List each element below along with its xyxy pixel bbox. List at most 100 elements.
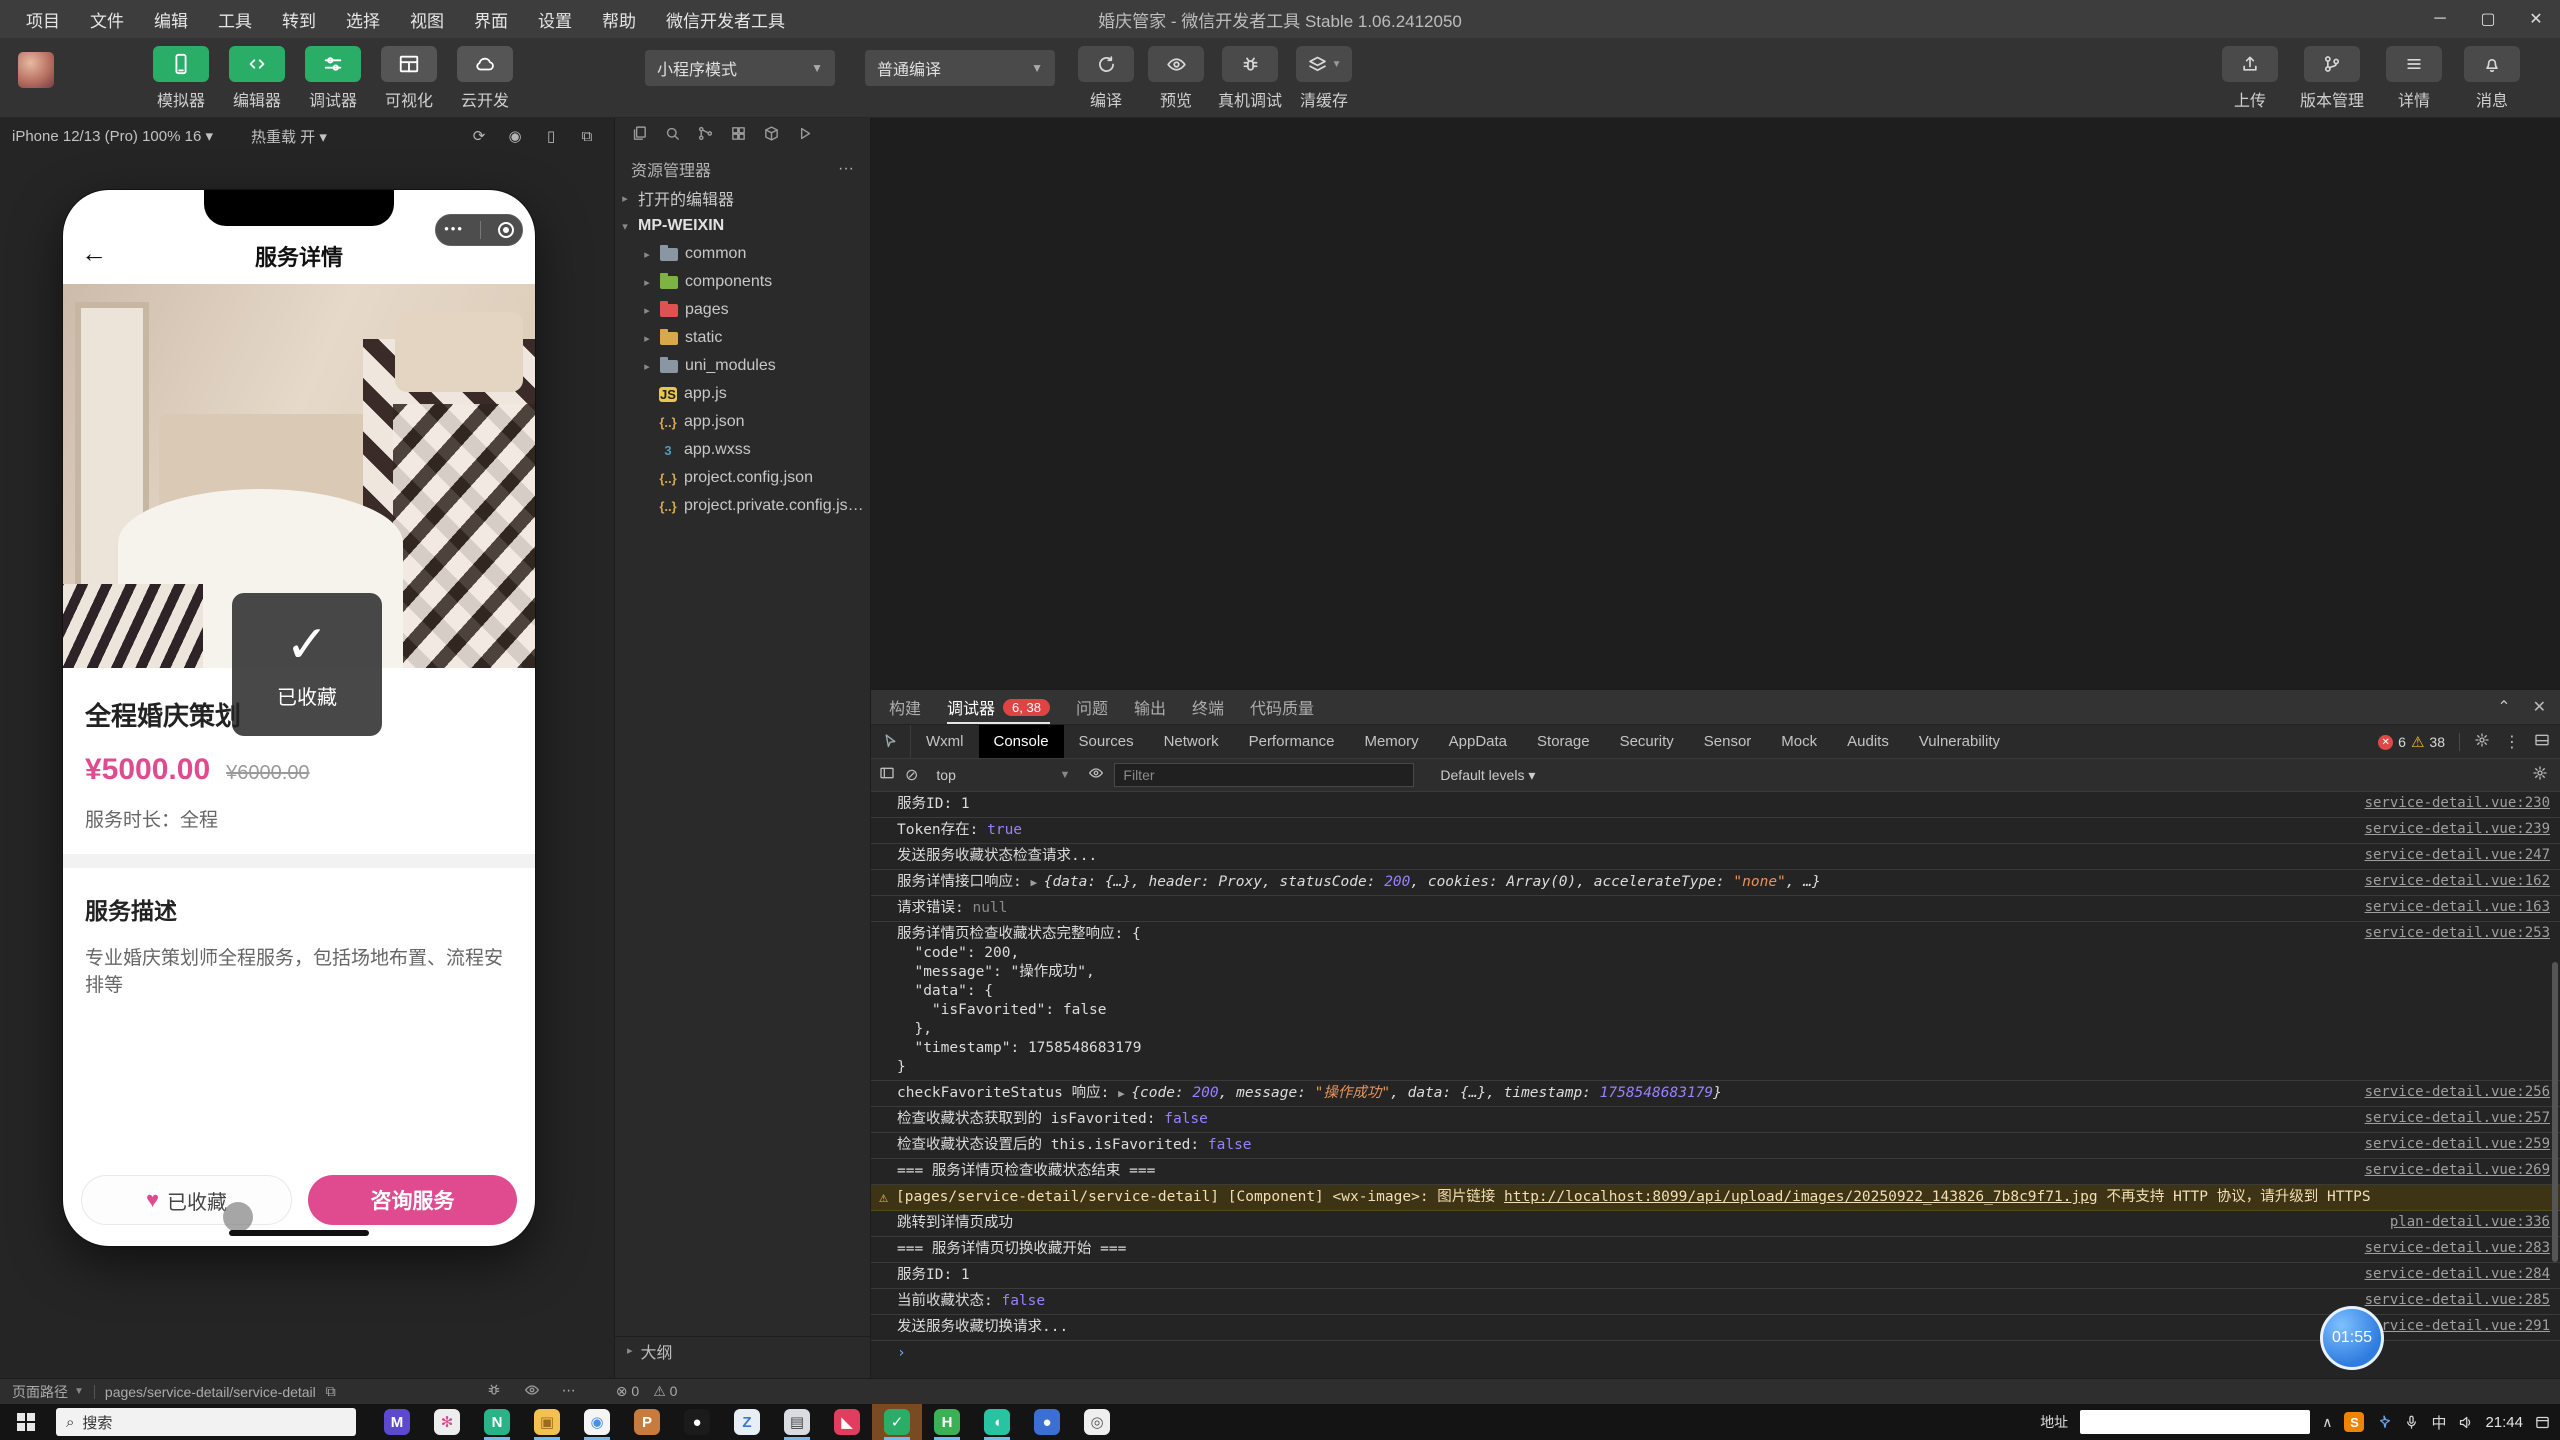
pin-icon[interactable]	[2376, 1414, 2392, 1430]
bug-icon[interactable]	[486, 1382, 502, 1401]
mic-icon[interactable]	[2404, 1415, 2419, 1430]
problem-counts[interactable]: ⊗ 0 ⚠ 0	[616, 1383, 678, 1400]
address-input[interactable]	[2080, 1410, 2311, 1434]
devtools-tab-Network[interactable]: Network	[1149, 725, 1234, 758]
source-link[interactable]: service-detail.vue:259	[2365, 1136, 2550, 1152]
tree-item-common[interactable]: ▸ common	[615, 240, 870, 268]
taskbar-app-app-flower[interactable]: ✻	[422, 1404, 472, 1440]
tree-item-app.json[interactable]: {..} app.json	[615, 408, 870, 436]
menu-设置[interactable]: 设置	[526, 3, 584, 36]
source-link[interactable]: service-detail.vue:253	[2365, 925, 2550, 941]
more-icon[interactable]: •••	[444, 221, 464, 236]
package-icon[interactable]	[763, 125, 780, 147]
context-select[interactable]: top ▼	[928, 763, 1078, 787]
menu-文件[interactable]: 文件	[78, 3, 136, 36]
capsule-menu[interactable]: •••	[435, 214, 523, 246]
favorite-button[interactable]: ♥ 已收藏	[81, 1175, 292, 1232]
eye-icon[interactable]	[524, 1382, 540, 1401]
panel-tab-调试器[interactable]: 调试器 6, 38	[947, 690, 1050, 724]
console-scrollbar[interactable]	[2552, 962, 2558, 1262]
menu-编辑[interactable]: 编辑	[142, 3, 200, 36]
git-branch-icon[interactable]	[697, 125, 714, 147]
action-btn-版本管理[interactable]: 版本管理	[2300, 46, 2364, 111]
consult-button[interactable]: 咨询服务	[308, 1175, 517, 1225]
devtools-tab-Performance[interactable]: Performance	[1234, 725, 1350, 758]
devtools-tab-Security[interactable]: Security	[1605, 725, 1689, 758]
taskbar-app-app-rings[interactable]: ◎	[1072, 1404, 1122, 1440]
device-select[interactable]: iPhone 12/13 (Pro) 100% 16 ▾	[12, 127, 213, 145]
console-settings-gear-icon[interactable]	[2532, 765, 2548, 786]
taskbar-app-app-monitor[interactable]: ▤	[772, 1404, 822, 1440]
multi-window-icon[interactable]: ⧉	[572, 128, 602, 145]
play-icon[interactable]	[796, 125, 813, 147]
speaker-icon[interactable]	[2458, 1415, 2473, 1430]
avatar[interactable]	[18, 52, 54, 88]
panel-tab-构建[interactable]: 构建	[889, 690, 921, 724]
more-icon[interactable]: ⋯	[562, 1382, 576, 1401]
mode-select[interactable]: 小程序模式 ▼	[645, 50, 835, 86]
taskbar-app-wechat-devtools[interactable]: ✓	[872, 1404, 922, 1440]
toggle-云开发[interactable]: 云开发	[454, 46, 516, 111]
page-path-select[interactable]: 页面路径 ▼	[0, 1382, 84, 1402]
devtools-tab-Sources[interactable]: Sources	[1064, 725, 1149, 758]
toggle-模拟器[interactable]: 模拟器	[150, 46, 212, 111]
tree-item-MP-WEIXIN[interactable]: ▾ MP-WEIXIN	[615, 212, 870, 240]
source-link[interactable]: plan-detail.vue:336	[2390, 1214, 2550, 1230]
source-link[interactable]: service-detail.vue:257	[2365, 1110, 2550, 1126]
menu-界面[interactable]: 界面	[462, 3, 520, 36]
tree-item-static[interactable]: ▸ static	[615, 324, 870, 352]
source-link[interactable]: service-detail.vue:230	[2365, 795, 2550, 811]
device-icon[interactable]: ▯	[536, 127, 566, 145]
taskbar-search-input[interactable]: ⌕ 搜索	[56, 1408, 356, 1436]
compile-mode-select[interactable]: 普通编译 ▼	[865, 50, 1055, 86]
copy-icon[interactable]: ⧉	[326, 1383, 336, 1400]
source-link[interactable]: service-detail.vue:291	[2365, 1318, 2550, 1334]
kebab-menu-icon[interactable]: ⋮	[2504, 732, 2520, 752]
menu-工具[interactable]: 工具	[206, 3, 264, 36]
toggle-编辑器[interactable]: 编辑器	[226, 46, 288, 111]
close-circle-icon[interactable]	[497, 222, 514, 238]
outline-section[interactable]: ▸ 大纲	[615, 1336, 870, 1364]
clear-console-icon[interactable]: ⊘	[905, 765, 918, 785]
tree-item-project.private.config.js[interactable]: {..} project.private.config.js…	[615, 492, 870, 520]
toggle-可视化[interactable]: 可视化	[378, 46, 440, 111]
source-link[interactable]: service-detail.vue:162	[2365, 873, 2550, 889]
action-btn-上传[interactable]: 上传	[2221, 46, 2278, 111]
panel-tab-问题[interactable]: 问题	[1076, 690, 1108, 724]
devtools-tab-Wxml[interactable]: Wxml	[911, 725, 979, 758]
menu-项目[interactable]: 项目	[14, 3, 72, 36]
devtools-tab-Memory[interactable]: Memory	[1349, 725, 1433, 758]
devtools-tab-Sensor[interactable]: Sensor	[1689, 725, 1767, 758]
taskbar-app-app-media[interactable]: M	[372, 1404, 422, 1440]
ime-indicator[interactable]: 中	[2431, 1412, 2446, 1433]
clock[interactable]: 21:44	[2485, 1414, 2523, 1431]
source-link[interactable]: service-detail.vue:163	[2365, 899, 2550, 915]
taskbar-app-app-blue[interactable]: ●	[1022, 1404, 1072, 1440]
tree-item-app.js[interactable]: JS app.js	[615, 380, 870, 408]
tree-item-[interactable]: ▸ 打开的编辑器	[615, 184, 870, 212]
compile-btn-预览[interactable]: 预览	[1148, 46, 1204, 111]
devtools-tab-Audits[interactable]: Audits	[1832, 725, 1904, 758]
tree-item-app.wxss[interactable]: 3 app.wxss	[615, 436, 870, 464]
timer-badge[interactable]: 01:55	[2320, 1306, 2384, 1370]
taskbar-app-app-chat[interactable]: ◖	[972, 1404, 1022, 1440]
close-button[interactable]: ✕	[2512, 0, 2560, 38]
maximize-button[interactable]: ▢	[2464, 0, 2512, 38]
tree-item-project.config.json[interactable]: {..} project.config.json	[615, 464, 870, 492]
settings-gear-icon[interactable]	[2474, 732, 2490, 753]
minimize-button[interactable]: ─	[2416, 0, 2464, 38]
devtools-tab-Mock[interactable]: Mock	[1766, 725, 1832, 758]
live-expression-icon[interactable]	[1088, 765, 1104, 786]
compile-btn-编译[interactable]: 编译	[1078, 46, 1134, 111]
sogou-icon[interactable]: S	[2344, 1412, 2365, 1432]
blocks-icon[interactable]	[730, 125, 747, 147]
hot-reload-toggle[interactable]: 热重载 开 ▾	[251, 126, 327, 147]
menu-选择[interactable]: 选择	[334, 3, 392, 36]
source-link[interactable]: service-detail.vue:285	[2365, 1292, 2550, 1308]
menu-视图[interactable]: 视图	[398, 3, 456, 36]
source-link[interactable]: service-detail.vue:256	[2365, 1084, 2550, 1100]
record-icon[interactable]: ◉	[500, 127, 530, 145]
close-icon[interactable]: ✕	[2533, 697, 2546, 717]
console-sidebar-icon[interactable]	[879, 765, 895, 786]
search-icon[interactable]	[664, 125, 681, 147]
